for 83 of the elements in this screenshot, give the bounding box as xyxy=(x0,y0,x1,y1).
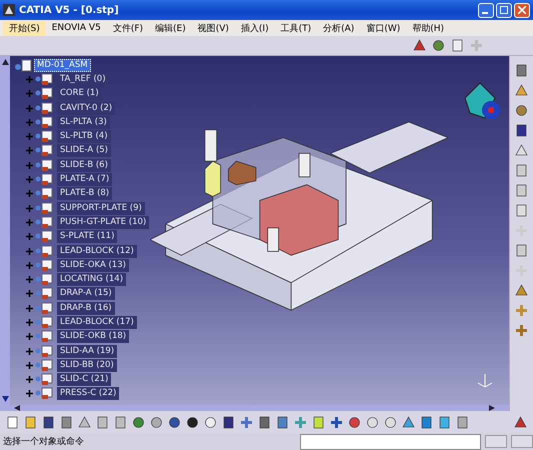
menu-item[interactable]: 文件(F) xyxy=(106,20,150,36)
maximize-button[interactable] xyxy=(496,2,512,18)
part-icon xyxy=(35,230,55,244)
scroll-up-icon[interactable] xyxy=(2,59,8,65)
tree-node[interactable]: CAVITY-0 (2) xyxy=(57,102,116,115)
tree-node[interactable]: LEAD-BLOCK (17) xyxy=(57,316,137,329)
part-icon xyxy=(35,187,55,200)
expand-icon[interactable] xyxy=(26,290,33,298)
maximize-icon xyxy=(500,6,508,14)
part-icon xyxy=(35,302,55,315)
part-icon xyxy=(35,102,55,115)
part-icon xyxy=(35,216,55,229)
menu-item[interactable]: 开始(S) xyxy=(3,20,46,36)
part-icon xyxy=(35,202,55,215)
window-title: CATIA V5 - [0.stp] xyxy=(19,4,119,16)
part-icon xyxy=(35,387,55,400)
part-icon xyxy=(35,373,55,386)
tree-node[interactable]: DRAP-B (16) xyxy=(57,302,115,315)
tree-node[interactable]: SLIDE-OKA (13) xyxy=(57,258,129,272)
part-icon xyxy=(35,358,55,372)
part-icon xyxy=(35,116,55,129)
part-icon xyxy=(35,316,55,329)
menu-item[interactable]: 工具(T) xyxy=(274,20,318,36)
tree-node[interactable]: SLID-C (21) xyxy=(57,373,112,386)
tree-node[interactable]: PUSH-GT-PLATE (10) xyxy=(57,216,150,229)
part-icon xyxy=(35,72,55,86)
part-icon xyxy=(35,87,55,100)
tree-node[interactable]: PLATE-A (7) xyxy=(57,173,112,186)
tree-node[interactable]: PLATE-B (8) xyxy=(57,187,112,200)
part-icon xyxy=(35,287,55,300)
part-icon xyxy=(35,273,55,286)
tree-node[interactable]: SLID-AA (19) xyxy=(57,344,118,358)
tree-node[interactable]: SL-PLTA (3) xyxy=(57,116,110,129)
part-icon xyxy=(35,173,55,186)
menu-item[interactable]: 插入(I) xyxy=(234,20,275,36)
tree-node[interactable]: LEAD-BLOCK (12) xyxy=(57,244,137,258)
tree-node[interactable]: SLID-BB (20) xyxy=(57,358,117,372)
part-icon xyxy=(35,130,55,144)
close-icon xyxy=(518,6,526,14)
expand-icon[interactable] xyxy=(26,248,33,254)
tree-node[interactable]: SLIDE-B (6) xyxy=(57,158,111,172)
part-icon xyxy=(35,258,55,272)
tree-node[interactable]: S-PLATE (11) xyxy=(57,230,118,244)
tree-node[interactable]: SLIDE-OKB (18) xyxy=(57,330,130,344)
status-message: 选择一个对象或命令 xyxy=(3,436,84,448)
menu-item[interactable]: ENOVIA V5 xyxy=(46,20,107,36)
expand-icon[interactable] xyxy=(26,390,33,398)
assembly-icon xyxy=(14,58,32,72)
tree-node[interactable]: MD-01_ASM xyxy=(34,58,91,72)
expand-icon[interactable] xyxy=(26,276,33,284)
expand-icon[interactable] xyxy=(26,333,33,340)
tree-node[interactable]: SL-PLTB (4) xyxy=(57,130,111,144)
menu-item[interactable]: 帮助(H) xyxy=(406,20,450,36)
expand-icon[interactable] xyxy=(26,376,33,384)
tree-node[interactable]: SLIDE-A (5) xyxy=(57,144,111,158)
horizontal-scrollbar[interactable] xyxy=(0,405,509,411)
tree-node[interactable]: PRESS-C (22) xyxy=(57,387,120,400)
expand-icon[interactable] xyxy=(26,318,33,326)
tree-node[interactable]: LOCATING (14) xyxy=(57,273,126,286)
menu-item[interactable]: 编辑(E) xyxy=(149,20,192,36)
tree-node[interactable]: TA_REF (0) xyxy=(57,72,109,86)
part-icon xyxy=(35,244,55,258)
expand-icon[interactable] xyxy=(26,304,33,312)
close-button[interactable] xyxy=(514,2,530,18)
tree-node[interactable]: CORE (1) xyxy=(57,87,102,100)
expand-icon[interactable] xyxy=(26,362,33,369)
menu-item[interactable]: 视图(V) xyxy=(192,20,235,36)
axis-icon xyxy=(476,371,494,389)
command-field[interactable] xyxy=(300,434,481,450)
expand-icon[interactable] xyxy=(26,262,33,269)
tree-node[interactable]: DRAP-A (15) xyxy=(57,287,115,300)
part-icon xyxy=(35,158,55,172)
part-icon xyxy=(35,344,55,358)
menu-item[interactable]: 窗口(W) xyxy=(360,20,406,36)
expand-icon[interactable] xyxy=(26,348,33,355)
tree-scrollbar[interactable] xyxy=(0,56,10,405)
app-icon xyxy=(3,4,15,16)
scroll-down-icon[interactable] xyxy=(2,396,8,402)
part-icon xyxy=(35,330,55,344)
minimize-button[interactable] xyxy=(478,2,494,18)
tree-node[interactable]: SUPPORT-PLATE (9) xyxy=(57,202,145,215)
menu-item[interactable]: 分析(A) xyxy=(317,20,360,36)
part-icon xyxy=(35,144,55,158)
